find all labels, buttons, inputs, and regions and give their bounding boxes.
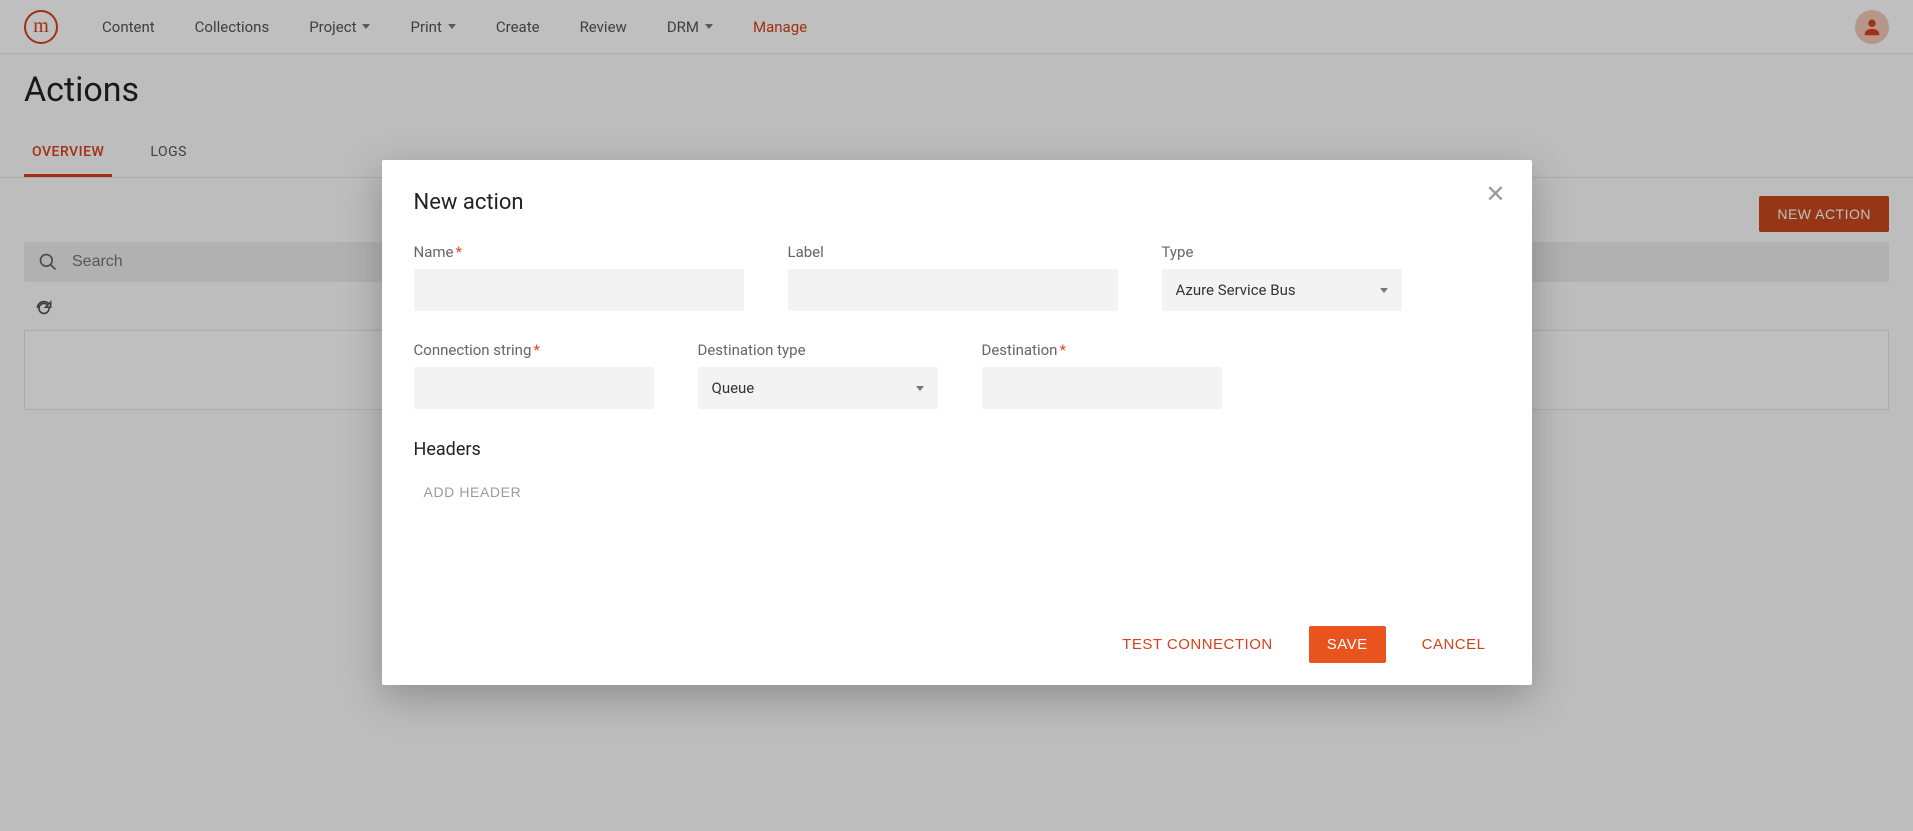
modal-overlay: New action ✕ Name* Label Type Azure Serv… — [0, 0, 1913, 831]
name-input[interactable] — [414, 269, 744, 311]
label-text: Destination — [982, 341, 1058, 359]
label-label: Label — [788, 243, 1118, 261]
field-destination: Destination* — [982, 341, 1222, 409]
name-label: Name* — [414, 243, 744, 261]
cancel-button[interactable]: CANCEL — [1408, 626, 1500, 663]
add-header-button[interactable]: ADD HEADER — [414, 478, 532, 506]
destination-label: Destination* — [982, 341, 1222, 359]
modal-title: New action — [414, 190, 1500, 215]
field-type: Type Azure Service Bus — [1162, 243, 1402, 311]
field-name: Name* — [414, 243, 744, 311]
field-connection-string: Connection string* — [414, 341, 654, 409]
desttype-label: Destination type — [698, 341, 938, 359]
type-label: Type — [1162, 243, 1402, 261]
modal-footer: TEST CONNECTION SAVE CANCEL — [414, 626, 1500, 663]
desttype-value: Queue — [712, 379, 755, 397]
field-label: Label — [788, 243, 1118, 311]
test-connection-button[interactable]: TEST CONNECTION — [1108, 626, 1287, 663]
required-marker: * — [533, 341, 539, 359]
destination-type-select[interactable]: Queue — [698, 367, 938, 409]
new-action-modal: New action ✕ Name* Label Type Azure Serv… — [382, 160, 1532, 685]
connection-string-input[interactable] — [414, 367, 654, 409]
destination-input[interactable] — [982, 367, 1222, 409]
chevron-down-icon — [1380, 288, 1388, 293]
field-destination-type: Destination type Queue — [698, 341, 938, 409]
save-button[interactable]: SAVE — [1309, 626, 1386, 663]
required-marker: * — [455, 243, 461, 261]
type-select[interactable]: Azure Service Bus — [1162, 269, 1402, 311]
label-text: Name — [414, 243, 454, 261]
required-marker: * — [1059, 341, 1065, 359]
close-icon[interactable]: ✕ — [1485, 182, 1505, 206]
label-text: Connection string — [414, 341, 532, 359]
connstr-label: Connection string* — [414, 341, 654, 359]
chevron-down-icon — [916, 386, 924, 391]
type-value: Azure Service Bus — [1176, 281, 1296, 299]
headers-section-title: Headers — [414, 439, 1500, 460]
label-input[interactable] — [788, 269, 1118, 311]
